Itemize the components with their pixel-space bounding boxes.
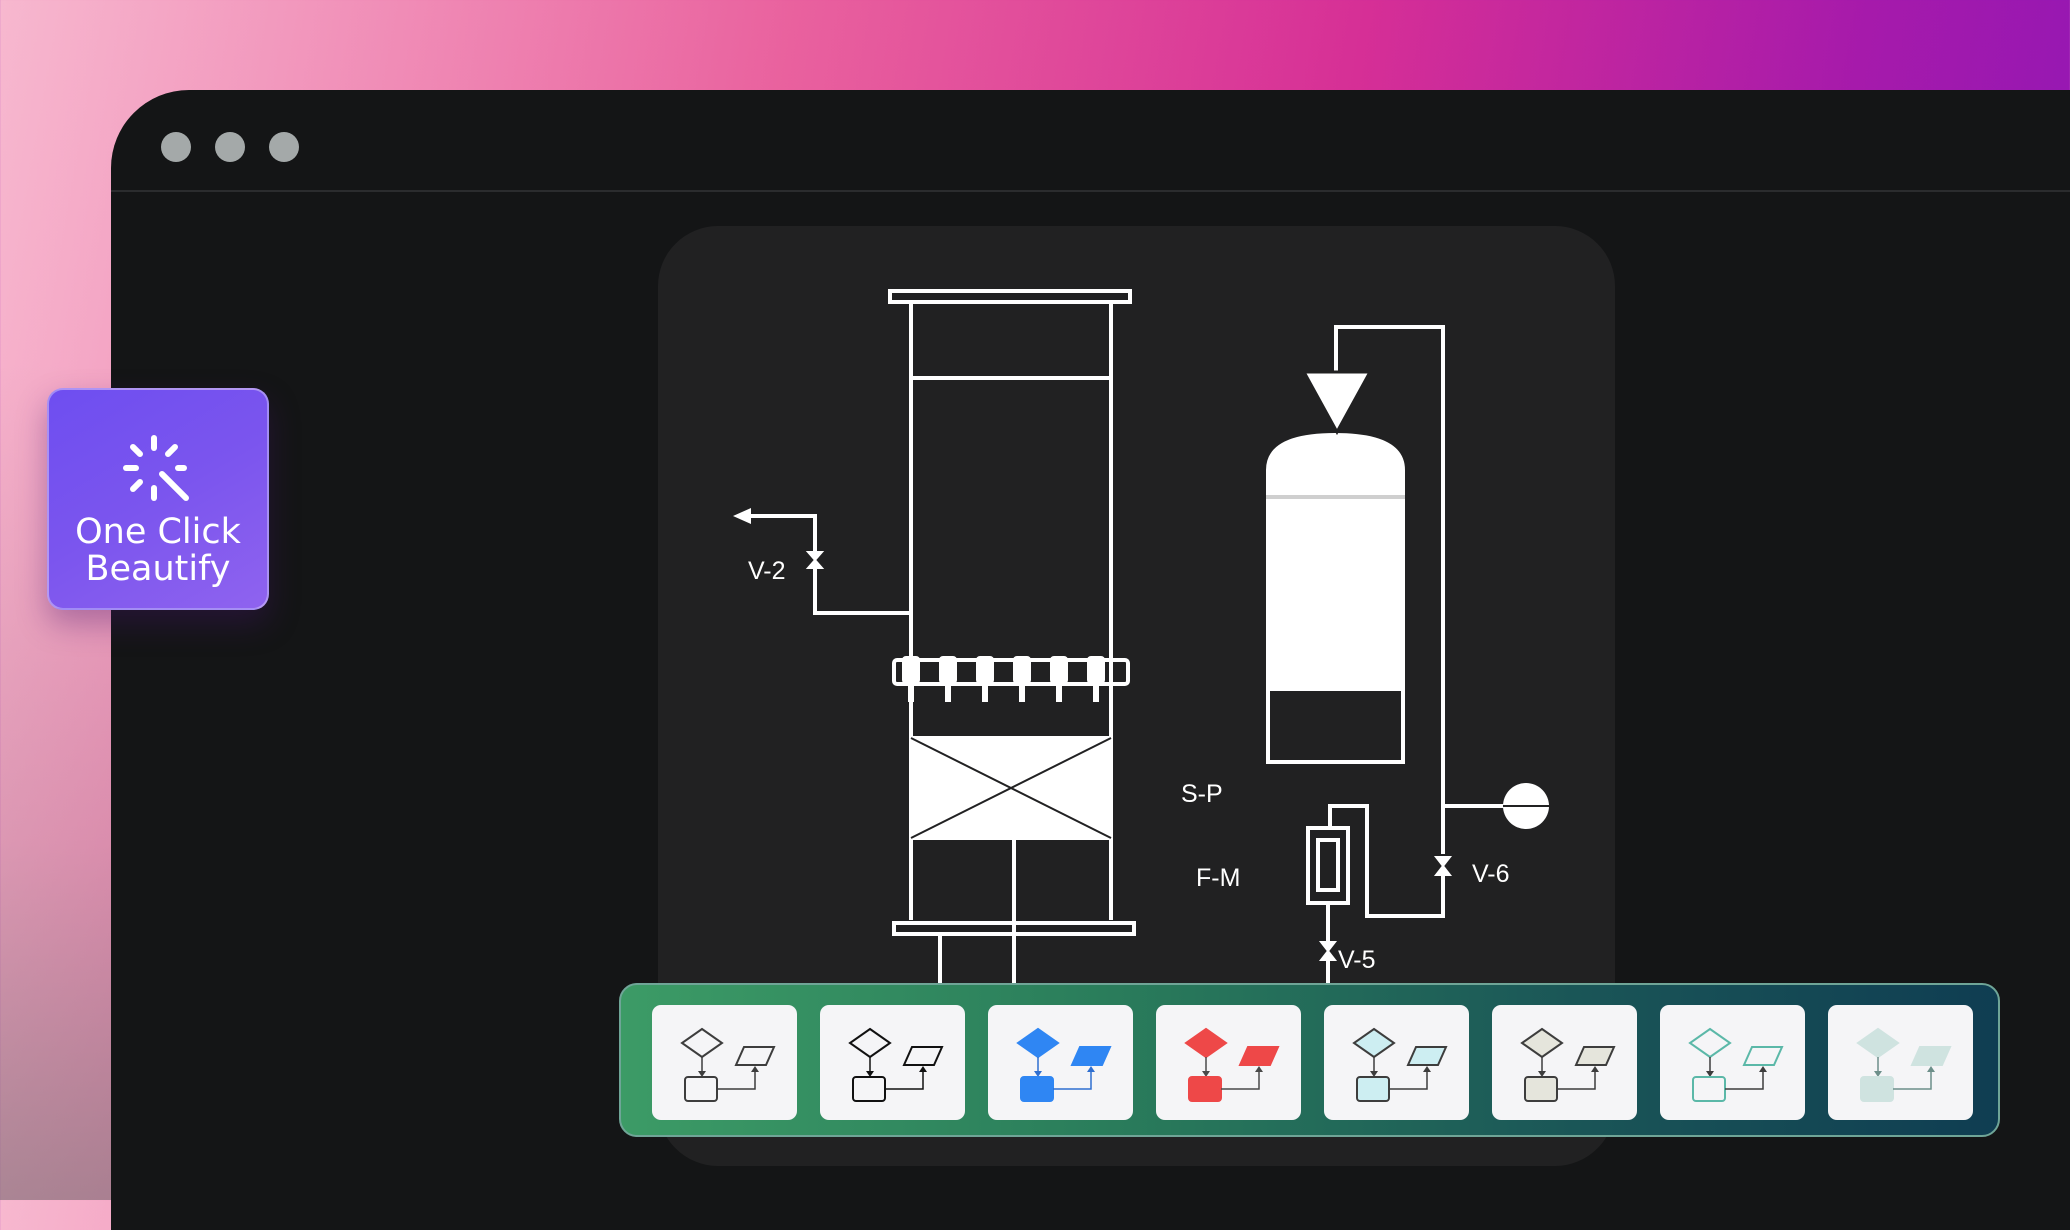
window-dot-close[interactable]: [161, 132, 191, 162]
beautify-label-line2: Beautify: [85, 549, 231, 589]
window-titlebar: [111, 90, 2070, 192]
beautify-label: One Click Beautify: [49, 514, 267, 588]
beautify-label-line1: One Click: [75, 512, 241, 552]
flowchart-style-icon: [680, 1027, 776, 1102]
flowchart-style-icon: [1184, 1027, 1280, 1102]
flowchart-style-icon: [1688, 1027, 1784, 1102]
label-v6: V-6: [1472, 860, 1510, 888]
flowchart-style-icon: [848, 1027, 944, 1102]
theme-card-teal-outline[interactable]: [1660, 1005, 1805, 1120]
label-v2: V-2: [748, 557, 786, 585]
window-dot-minimize[interactable]: [215, 132, 245, 162]
magic-wand-sparkle-icon: [123, 435, 189, 501]
flowchart-style-icon: [1352, 1027, 1448, 1102]
label-v5: V-5: [1338, 946, 1376, 974]
style-theme-toolbar: [619, 983, 2000, 1137]
one-click-beautify-button[interactable]: One Click Beautify: [47, 388, 269, 610]
flowchart-style-icon: [1856, 1027, 1952, 1102]
label-fm: F-M: [1196, 864, 1241, 892]
theme-card-blue[interactable]: [988, 1005, 1133, 1120]
window-dot-maximize[interactable]: [269, 132, 299, 162]
flowchart-style-icon: [1016, 1027, 1112, 1102]
theme-card-outline-light[interactable]: [652, 1005, 797, 1120]
theme-card-beige-gray[interactable]: [1492, 1005, 1637, 1120]
label-sp: S-P: [1181, 780, 1223, 808]
theme-card-light-cyan[interactable]: [1324, 1005, 1469, 1120]
theme-card-red[interactable]: [1156, 1005, 1301, 1120]
theme-card-outline-dark[interactable]: [820, 1005, 965, 1120]
flowchart-style-icon: [1520, 1027, 1616, 1102]
theme-card-soft-teal[interactable]: [1828, 1005, 1973, 1120]
